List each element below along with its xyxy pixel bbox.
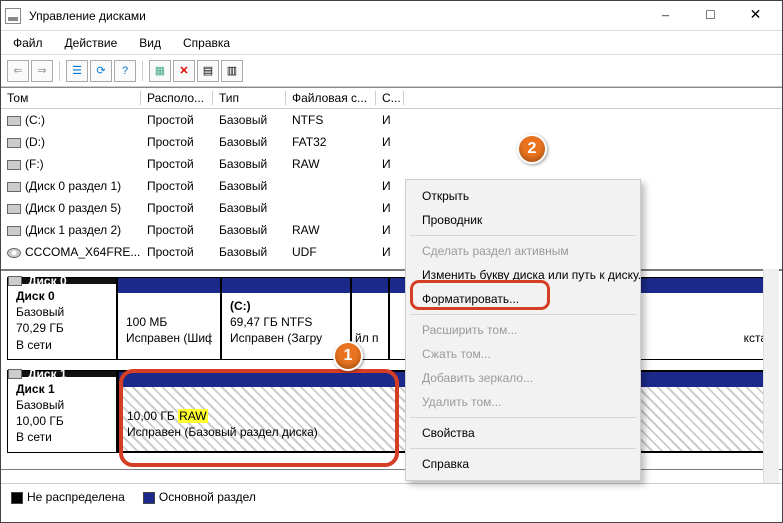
annotation-marker-2: 2 xyxy=(517,134,547,164)
content-area: Том Располо... Тип Файловая с... С... (C… xyxy=(1,87,782,510)
drive-icon xyxy=(7,204,21,214)
legend-swatch-unallocated xyxy=(11,492,23,504)
drive-icon xyxy=(7,160,21,170)
disk0-partition-1[interactable]: 100 МБ Исправен (Шифр xyxy=(117,277,221,360)
ctx-delete: Удалить том... xyxy=(408,390,638,414)
menu-view[interactable]: Вид xyxy=(135,34,165,52)
refresh-button[interactable]: ⟳ xyxy=(90,60,112,82)
back-button[interactable]: ⇐ xyxy=(7,60,29,82)
ctx-make-active: Сделать раздел активным xyxy=(408,239,638,263)
drive-icon xyxy=(7,138,21,148)
drive-icon xyxy=(7,116,21,126)
disk-row-0: Диск 0 Диск 0 Базовый 70,29 ГБ В сети 10… xyxy=(7,277,776,360)
help-button[interactable]: ? xyxy=(114,60,136,82)
app-icon xyxy=(5,8,21,24)
menu-bar: Файл Действие Вид Справка xyxy=(1,31,782,55)
ctx-mirror: Добавить зеркало... xyxy=(408,366,638,390)
ctx-explorer[interactable]: Проводник xyxy=(408,208,638,232)
disc-icon xyxy=(7,248,21,258)
minimize-button[interactable]: – xyxy=(643,1,688,31)
disk-icon xyxy=(8,369,22,379)
col-filesystem[interactable]: Файловая с... xyxy=(286,91,376,105)
legend: Не распределена Основной раздел xyxy=(1,483,782,510)
ctx-change-letter[interactable]: Изменить букву диска или путь к диску... xyxy=(408,263,638,287)
window-title: Управление дисками xyxy=(29,9,643,23)
menu-action[interactable]: Действие xyxy=(61,34,122,52)
maximize-button[interactable]: □ xyxy=(688,1,733,31)
volume-row[interactable]: (Диск 1 раздел 2)ПростойБазовыйRAWИ xyxy=(1,219,782,241)
ctx-help[interactable]: Справка xyxy=(408,452,638,476)
disk-graphical-view: Диск 0 Диск 0 Базовый 70,29 ГБ В сети 10… xyxy=(1,269,782,470)
col-type[interactable]: Тип xyxy=(213,91,286,105)
toolbar: ⇐ ⇒ ☰ ⟳ ? ▦ ✕ ▤ ▥ xyxy=(1,55,782,87)
ctx-shrink: Сжать том... xyxy=(408,342,638,366)
volume-row[interactable]: (Диск 0 раздел 1)ПростойБазовыйИ xyxy=(1,175,782,197)
menu-help[interactable]: Справка xyxy=(179,34,234,52)
tool-b-button[interactable]: ▥ xyxy=(221,60,243,82)
ctx-open[interactable]: Открыть xyxy=(408,184,638,208)
ctx-properties[interactable]: Свойства xyxy=(408,421,638,445)
volume-row[interactable]: (C:)ПростойБазовыйNTFSИ xyxy=(1,109,782,131)
close-button[interactable]: ✕ xyxy=(733,1,778,31)
volume-row[interactable]: (D:)ПростойБазовыйFAT32И xyxy=(1,131,782,153)
title-bar: Управление дисками – □ ✕ xyxy=(1,1,782,31)
drive-icon xyxy=(7,182,21,192)
raw-highlight: RAW xyxy=(178,409,208,423)
disk-icon xyxy=(8,276,22,286)
disk0-partition-2[interactable]: (C:) 69,47 ГБ NTFS Исправен (Загру xyxy=(221,277,351,360)
show-hide-button[interactable]: ☰ xyxy=(66,60,88,82)
col-status[interactable]: С... xyxy=(376,91,404,105)
ctx-format[interactable]: Форматировать... xyxy=(408,287,638,311)
volume-row[interactable]: (Диск 0 раздел 5)ПростойБазовыйИ xyxy=(1,197,782,219)
disk1-header[interactable]: Диск 1 Диск 1 Базовый 10,00 ГБ В сети xyxy=(7,370,117,453)
drive-icon xyxy=(7,226,21,236)
volume-row[interactable]: (F:)ПростойБазовыйRAWИ xyxy=(1,153,782,175)
scrollbar[interactable] xyxy=(763,269,779,483)
col-volume[interactable]: Том xyxy=(1,91,141,105)
settings-button[interactable]: ▦ xyxy=(149,60,171,82)
legend-swatch-primary xyxy=(143,492,155,504)
tool-a-button[interactable]: ▤ xyxy=(197,60,219,82)
volume-row[interactable]: CCCOMA_X64FRE...ПростойБазовыйUDFИ xyxy=(1,241,782,263)
col-layout[interactable]: Располо... xyxy=(141,91,213,105)
forward-button[interactable]: ⇒ xyxy=(31,60,53,82)
context-menu: Открыть Проводник Сделать раздел активны… xyxy=(405,179,641,481)
ctx-extend: Расширить том... xyxy=(408,318,638,342)
menu-file[interactable]: Файл xyxy=(9,34,47,52)
delete-icon[interactable]: ✕ xyxy=(173,60,195,82)
annotation-marker-1: 1 xyxy=(333,341,363,371)
disk-row-1: Диск 1 Диск 1 Базовый 10,00 ГБ В сети 10… xyxy=(7,370,776,453)
disk0-header[interactable]: Диск 0 Диск 0 Базовый 70,29 ГБ В сети xyxy=(7,277,117,360)
volume-list: (C:)ПростойБазовыйNTFSИ(D:)ПростойБазовы… xyxy=(1,109,782,263)
volume-list-header: Том Располо... Тип Файловая с... С... xyxy=(1,87,782,109)
